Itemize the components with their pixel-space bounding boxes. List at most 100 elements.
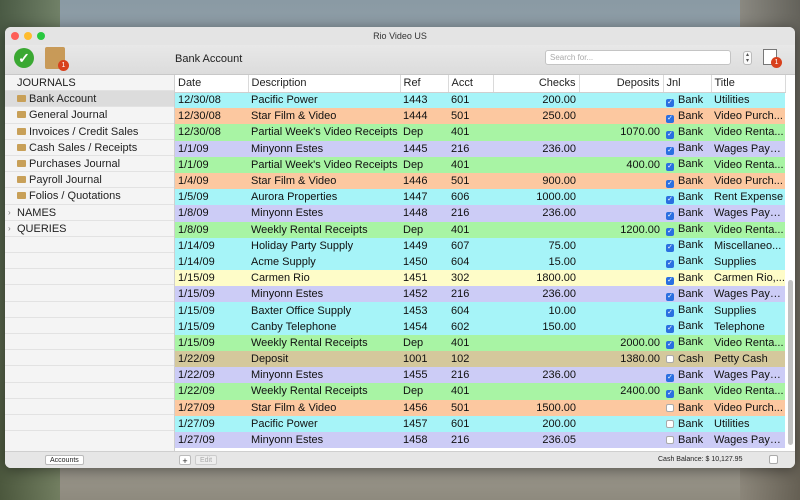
cell-acct: 607 <box>451 239 470 252</box>
accounts-button[interactable]: Accounts <box>45 455 84 465</box>
sidebar-item[interactable]: Payroll Journal <box>5 172 174 189</box>
reconcile-checkbox[interactable]: ✓ <box>666 147 674 156</box>
reconcile-checkbox[interactable]: ✓ <box>666 260 674 269</box>
table-row[interactable]: 12/30/08 Partial Week's Video Receipts Dep… <box>175 124 785 141</box>
reconcile-checkbox[interactable]: ✓ <box>666 389 674 398</box>
cell-jnl: ✓ Bank <box>663 335 711 351</box>
table-row[interactable]: 1/27/09 Star Film & Video 1456 501 1500.00 Ba… <box>175 399 785 416</box>
minimize-button[interactable] <box>24 32 32 40</box>
reconcile-checkbox[interactable]: ✓ <box>666 98 674 107</box>
cell-checks: 236.00 <box>542 142 576 155</box>
cell-ref: 1448 <box>403 207 428 220</box>
column-header[interactable]: Acct <box>448 75 494 93</box>
cell-desc: Aurora Properties <box>251 191 338 204</box>
reconcile-checkbox[interactable]: ✓ <box>666 130 674 139</box>
table-row[interactable]: 1/22/09 Minyonn Estes 1455 216 236.00 ✓ Bank Wa… <box>175 367 785 384</box>
journal-label: Bank <box>678 125 704 138</box>
search-stepper[interactable]: ▴ ▾ <box>743 51 752 65</box>
table-row[interactable]: 1/27/09 Pacific Power 1457 601 200.00 Bank Uti… <box>175 415 785 432</box>
cell-acct: 216 <box>451 142 470 155</box>
column-header[interactable]: Title <box>711 75 786 93</box>
reconcile-checkbox[interactable]: ✓ <box>666 114 674 123</box>
sidebar-empty-row <box>5 302 174 318</box>
column-header[interactable]: Date <box>175 75 249 93</box>
table-row[interactable]: 1/14/09 Holiday Party Supply 1449 607 75.00 ✓… <box>175 237 785 254</box>
reconcile-checkbox[interactable]: ✓ <box>666 373 674 382</box>
table-row[interactable]: 1/22/09 Deposit 1001 102 1380.00 Cash Petty Ca… <box>175 351 785 368</box>
cell-jnl: ✓ Bank <box>663 92 711 108</box>
reconcile-checkbox[interactable]: ✓ <box>666 325 674 334</box>
sidebar-section-journals[interactable]: JOURNALS <box>5 75 174 92</box>
scrollbar[interactable] <box>788 280 793 445</box>
edit-button[interactable]: Edit <box>195 455 218 465</box>
checkmark-icon[interactable]: ✓ <box>14 48 34 68</box>
table-row[interactable]: 1/8/09 Minyonn Estes 1448 216 236.00 ✓ Bank Wag… <box>175 205 785 222</box>
disclosure-icon[interactable]: › <box>8 205 11 221</box>
cell-acct: 604 <box>451 304 470 317</box>
reconcile-checkbox[interactable]: ✓ <box>666 211 674 220</box>
report-icon[interactable]: 1 <box>763 49 782 68</box>
cash-balance: Cash Balance: $ 10,127.95 <box>658 456 743 463</box>
sidebar-item[interactable]: Folios / Quotations <box>5 188 174 205</box>
cell-checks: 15.00 <box>548 255 576 268</box>
reconcile-checkbox[interactable]: ✓ <box>666 179 674 188</box>
table-row[interactable]: 1/22/09 Weekly Rental Receipts Dep 401 2400.… <box>175 383 785 400</box>
disclosure-icon[interactable]: › <box>8 221 11 237</box>
table-row[interactable]: 1/8/09 Weekly Rental Receipts Dep 401 1200.0… <box>175 221 785 238</box>
sidebar-section-queries[interactable]: › QUERIES <box>5 221 174 237</box>
search-input[interactable]: Search for... <box>545 50 731 65</box>
table-row[interactable]: 12/30/08 Star Film & Video 1444 501 250.00 ✓ B… <box>175 108 785 125</box>
sidebar-item[interactable]: Bank Account <box>5 91 174 108</box>
add-button[interactable]: + <box>179 455 191 466</box>
table-row[interactable]: 1/1/09 Partial Week's Video Receipts Dep 40… <box>175 156 785 173</box>
sidebar-item[interactable]: Cash Sales / Receipts <box>5 140 174 156</box>
reconcile-checkbox[interactable]: ✓ <box>666 309 674 318</box>
cell-desc: Star Film & Video <box>251 110 337 123</box>
sidebar-item[interactable]: General Journal <box>5 107 174 124</box>
column-header[interactable]: Jnl <box>663 75 712 93</box>
reconcile-checkbox[interactable]: ✓ <box>666 163 674 172</box>
column-header[interactable]: Description <box>248 75 401 93</box>
column-header[interactable]: Ref <box>400 75 449 93</box>
sidebar-item[interactable]: Purchases Journal <box>5 156 174 173</box>
reconcile-checkbox[interactable]: ✓ <box>666 341 674 350</box>
table-row[interactable]: 1/1/09 Minyonn Estes 1445 216 236.00 ✓ Bank Wag… <box>175 140 785 157</box>
cell-desc: Minyonn Estes <box>251 434 324 447</box>
table-row[interactable]: 1/14/09 Acme Supply 1450 604 15.00 ✓ Bank Suppl… <box>175 253 785 271</box>
table-row[interactable]: 1/15/09 Minyonn Estes 1452 216 236.00 ✓ Bank Wa… <box>175 286 785 303</box>
table-row[interactable]: 12/30/08 Pacific Power 1443 601 200.00 ✓ Bank U… <box>175 92 785 109</box>
journal-badge: 1 <box>58 60 69 71</box>
table-row[interactable]: 1/4/09 Star Film & Video 1446 501 900.00 ✓ Ban… <box>175 172 785 190</box>
cell-date: 1/15/09 <box>178 336 215 349</box>
reconcile-checkbox[interactable]: ✓ <box>666 244 674 253</box>
column-header[interactable]: Deposits <box>579 75 664 93</box>
cell-ref: 1454 <box>403 320 428 333</box>
reconcile-checkbox[interactable]: ✓ <box>666 228 674 237</box>
table-row[interactable]: 1/15/09 Canby Telephone 1454 602 150.00 ✓ Bank… <box>175 318 785 335</box>
cell-ref: 1449 <box>403 239 428 252</box>
journal-book-icon[interactable]: 1 <box>45 47 69 71</box>
reconcile-checkbox[interactable] <box>666 419 674 428</box>
table-row[interactable]: 1/5/09 Aurora Properties 1447 606 1000.00 ✓ Ba… <box>175 189 785 206</box>
table-row[interactable]: 1/15/09 Baxter Office Supply 1453 604 10.00 ✓… <box>175 302 785 319</box>
reconcile-checkbox[interactable]: ✓ <box>666 292 674 301</box>
reconcile-checkbox[interactable] <box>666 355 674 364</box>
cell-date: 1/14/09 <box>178 239 215 252</box>
cell-date: 1/15/09 <box>178 304 215 317</box>
reconcile-checkbox[interactable]: ✓ <box>666 276 674 285</box>
close-button[interactable] <box>11 32 19 40</box>
reconcile-checkbox[interactable]: ✓ <box>666 195 674 204</box>
column-header[interactable]: Checks <box>493 75 580 93</box>
table-row[interactable]: 1/15/09 Weekly Rental Receipts Dep 401 2000.… <box>175 334 785 351</box>
table-row[interactable]: 1/15/09 Carmen Rio 1451 302 1800.00 ✓ Bank Carm… <box>175 270 785 287</box>
journal-label: Bank <box>678 384 704 397</box>
cell-title: Video Renta... <box>714 336 784 349</box>
sidebar-section-names[interactable]: › NAMES <box>5 205 174 221</box>
table-row[interactable]: 1/27/09 Minyonn Estes 1458 216 236.05 Bank Wag… <box>175 431 785 449</box>
reconcile-checkbox[interactable] <box>666 403 674 412</box>
cell-date: 12/30/08 <box>178 94 221 107</box>
zoom-button[interactable] <box>37 32 45 40</box>
reconcile-checkbox[interactable] <box>666 436 674 445</box>
balance-checkbox[interactable] <box>769 455 778 464</box>
sidebar-item[interactable]: Invoices / Credit Sales <box>5 124 174 140</box>
